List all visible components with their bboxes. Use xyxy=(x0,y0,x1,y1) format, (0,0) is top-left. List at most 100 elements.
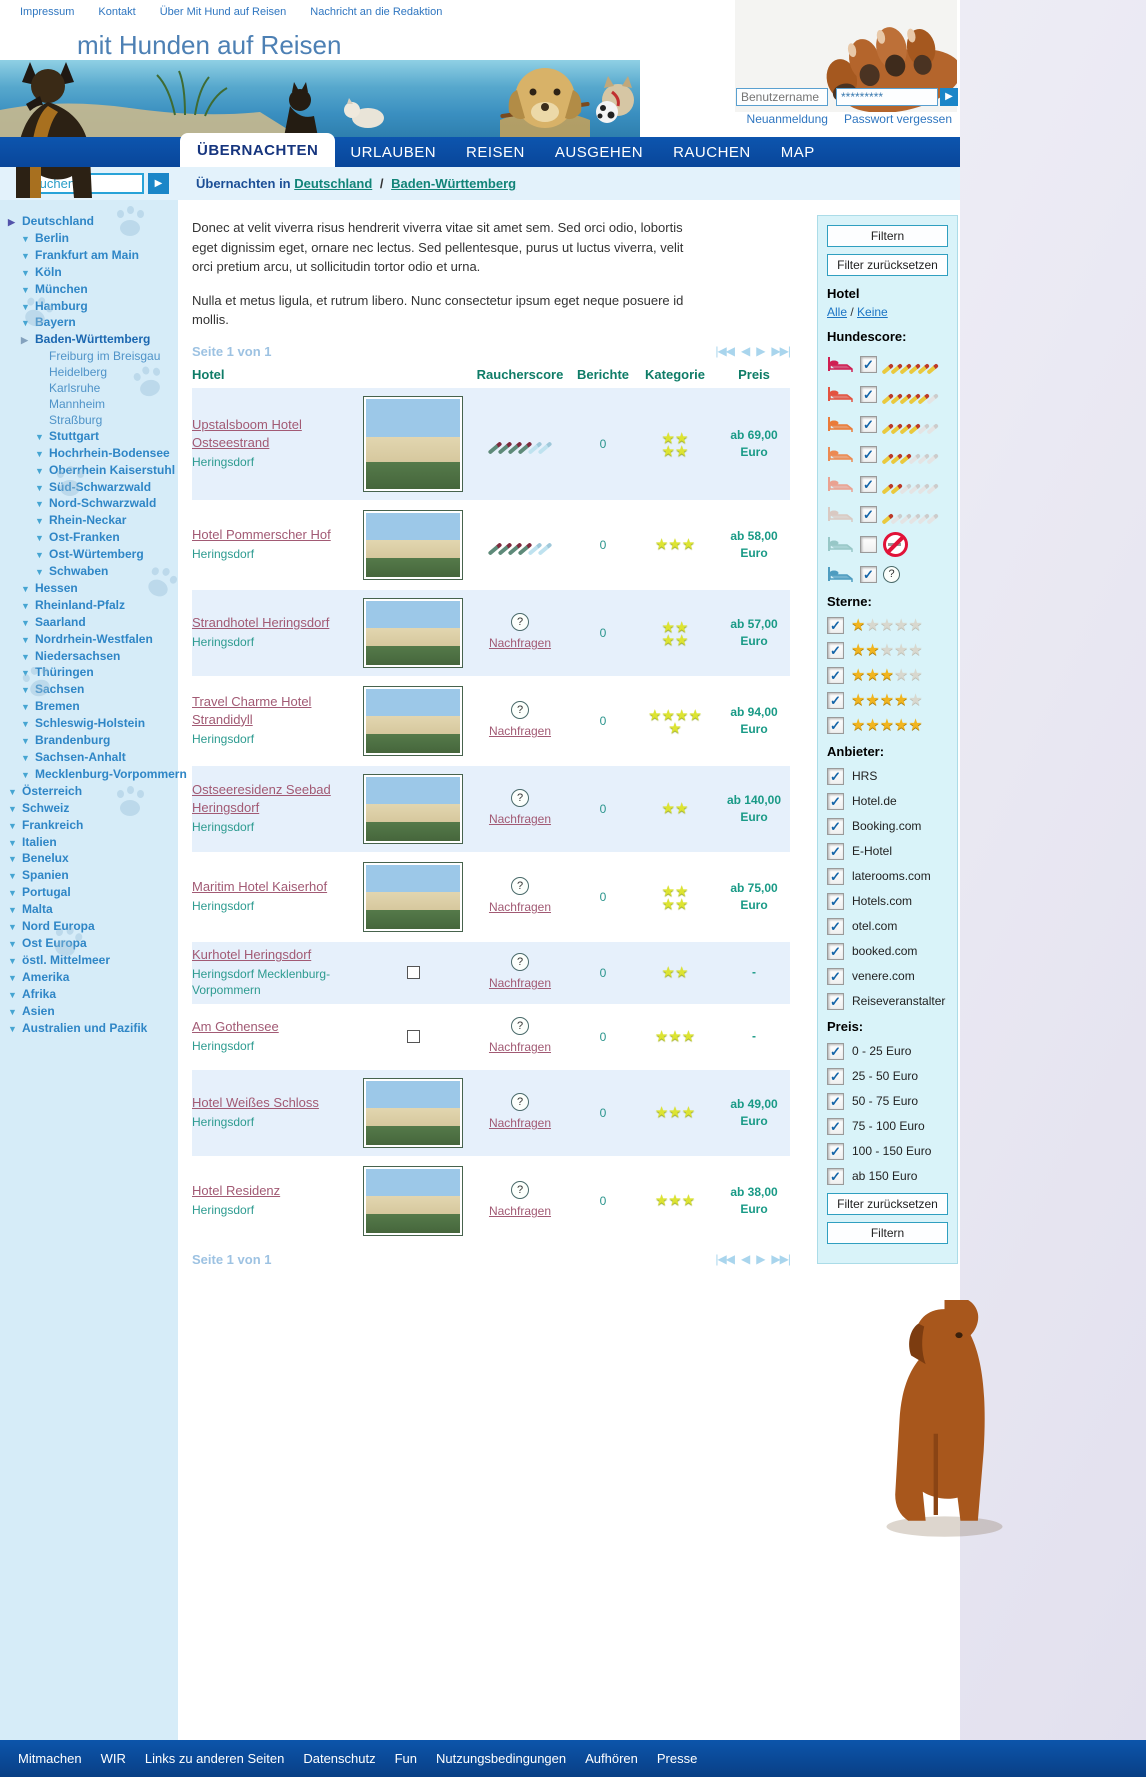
next-page-icon[interactable]: ▶ xyxy=(756,1252,764,1266)
preis-checkbox[interactable] xyxy=(827,1168,844,1185)
nachfragen-link[interactable]: Nachfragen xyxy=(489,1204,551,1218)
password-input[interactable] xyxy=(836,88,938,106)
tree-arrow-icon[interactable]: ▼ xyxy=(8,852,22,868)
tree-arrow-icon[interactable]: ▼ xyxy=(8,1022,22,1038)
anbieter-checkbox[interactable] xyxy=(827,968,844,985)
tree-arrow-icon[interactable]: ▼ xyxy=(21,734,35,750)
tree-arrow-icon[interactable]: ▼ xyxy=(8,819,22,835)
nachfragen-link[interactable]: Nachfragen xyxy=(489,1116,551,1130)
sidebar-item[interactable]: ▼Saarland xyxy=(0,615,178,632)
anbieter-checkbox[interactable] xyxy=(827,818,844,835)
hotel-name-link[interactable]: Kurhotel Heringsdorf xyxy=(192,946,311,964)
prev-page-icon[interactable]: ◀ xyxy=(741,1252,749,1266)
sidebar-item[interactable]: ▼Rhein-Neckar xyxy=(0,513,178,530)
hundescore-checkbox[interactable] xyxy=(860,356,877,373)
sidebar-item[interactable]: ▼Ost Europa xyxy=(0,936,178,953)
nav-tab[interactable]: RAUCHEN xyxy=(658,137,766,167)
sidebar-item[interactable]: ▼Benelux xyxy=(0,851,178,868)
sidebar-item[interactable]: Mannheim xyxy=(0,397,178,413)
prev-page-icon[interactable]: ◀ xyxy=(741,344,749,358)
tree-arrow-icon[interactable]: ▶ xyxy=(21,333,35,349)
footer-link[interactable]: Datenschutz xyxy=(303,1751,375,1766)
hundescore-checkbox[interactable] xyxy=(860,476,877,493)
sidebar-item[interactable]: ▼Niedersachsen xyxy=(0,649,178,666)
sidebar-item[interactable]: ▼Süd-Schwarzwald xyxy=(0,480,178,497)
sidebar-item[interactable]: ▼Nord-Schwarzwald xyxy=(0,496,178,513)
hotel-photo[interactable] xyxy=(363,1078,463,1148)
tree-arrow-icon[interactable]: ▼ xyxy=(8,836,22,852)
sterne-checkbox[interactable] xyxy=(827,692,844,709)
nachfragen-link[interactable]: Nachfragen xyxy=(489,1040,551,1054)
sidebar-item[interactable]: ▼Oberrhein Kaiserstuhl xyxy=(0,463,178,480)
hotel-photo[interactable] xyxy=(363,1166,463,1236)
sidebar-item[interactable]: ▼Nord Europa xyxy=(0,919,178,936)
first-page-icon[interactable]: |◀◀ xyxy=(715,1252,734,1266)
preis-checkbox[interactable] xyxy=(827,1143,844,1160)
nav-tab[interactable]: REISEN xyxy=(451,137,540,167)
tree-arrow-icon[interactable]: ▼ xyxy=(8,954,22,970)
filter-apply-button-top[interactable]: Filtern xyxy=(827,225,948,247)
hundescore-checkbox[interactable] xyxy=(860,386,877,403)
topbar-link[interactable]: Über Mit Hund auf Reisen xyxy=(160,6,287,18)
sidebar-item[interactable]: ▼Schweiz xyxy=(0,801,178,818)
topbar-link[interactable]: Nachricht an die Redaktion xyxy=(310,6,442,18)
hundescore-checkbox[interactable] xyxy=(860,536,877,553)
tree-arrow-icon[interactable]: ▼ xyxy=(21,633,35,649)
register-link[interactable]: Neuanmeldung xyxy=(747,112,828,126)
select-all-link[interactable]: Alle xyxy=(827,305,847,319)
hotel-name-link[interactable]: Upstalsboom Hotel Ostseestrand xyxy=(192,416,360,451)
sidebar-item[interactable]: ▼Asien xyxy=(0,1004,178,1021)
tree-arrow-icon[interactable]: ▼ xyxy=(8,903,22,919)
first-page-icon[interactable]: |◀◀ xyxy=(715,344,734,358)
sidebar-item[interactable]: ▼Rheinland-Pfalz xyxy=(0,598,178,615)
sidebar-item[interactable]: ▶Deutschland xyxy=(0,214,178,231)
tree-arrow-icon[interactable]: ▼ xyxy=(35,464,49,480)
anbieter-checkbox[interactable] xyxy=(827,893,844,910)
anbieter-checkbox[interactable] xyxy=(827,993,844,1010)
footer-link[interactable]: Nutzungsbedingungen xyxy=(436,1751,566,1766)
tree-arrow-icon[interactable]: ▼ xyxy=(8,971,22,987)
hotel-name-link[interactable]: Hotel Weißes Schloss xyxy=(192,1094,319,1112)
footer-link[interactable]: WIR xyxy=(101,1751,126,1766)
nav-tab[interactable]: AUSGEHEN xyxy=(540,137,658,167)
search-go-button[interactable]: ▶ xyxy=(148,173,169,194)
hotel-name-link[interactable]: Maritim Hotel Kaiserhof xyxy=(192,878,327,896)
sterne-checkbox[interactable] xyxy=(827,667,844,684)
tree-arrow-icon[interactable]: ▼ xyxy=(35,481,49,497)
sidebar-item[interactable]: ▼östl. Mittelmeer xyxy=(0,953,178,970)
footer-link[interactable]: Aufhören xyxy=(585,1751,638,1766)
hotel-photo[interactable] xyxy=(363,774,463,844)
tree-arrow-icon[interactable]: ▼ xyxy=(21,283,35,299)
sidebar-item[interactable]: ▼Australien und Pazifik xyxy=(0,1021,178,1038)
sidebar-item[interactable]: ▼Sachsen-Anhalt xyxy=(0,750,178,767)
hundescore-checkbox[interactable] xyxy=(860,506,877,523)
tree-arrow-icon[interactable]: ▼ xyxy=(35,548,49,564)
tree-arrow-icon[interactable]: ▼ xyxy=(21,751,35,767)
sterne-checkbox[interactable] xyxy=(827,617,844,634)
tree-arrow-icon[interactable]: ▶ xyxy=(8,215,22,231)
hotel-name-link[interactable]: Strandhotel Heringsdorf xyxy=(192,614,329,632)
nav-tab[interactable]: URLAUBEN xyxy=(335,137,451,167)
hotel-name-link[interactable]: Hotel Pommerscher Hof xyxy=(192,526,331,544)
hotel-photo[interactable] xyxy=(363,510,463,580)
hotel-photo[interactable] xyxy=(363,396,463,492)
nav-tab[interactable]: ÜBERNACHTEN xyxy=(180,133,335,167)
nachfragen-link[interactable]: Nachfragen xyxy=(489,636,551,650)
footer-link[interactable]: Mitmachen xyxy=(18,1751,82,1766)
footer-link[interactable]: Links zu anderen Seiten xyxy=(145,1751,284,1766)
sidebar-item[interactable]: ▼Bremen xyxy=(0,699,178,716)
nachfragen-link[interactable]: Nachfragen xyxy=(489,724,551,738)
tree-arrow-icon[interactable]: ▼ xyxy=(21,249,35,265)
hotel-photo[interactable] xyxy=(363,862,463,932)
hotel-name-link[interactable]: Ostseeresidenz Seebad Heringsdorf xyxy=(192,781,360,816)
tree-arrow-icon[interactable]: ▼ xyxy=(21,616,35,632)
sidebar-item[interactable]: ▼Ost-Franken xyxy=(0,530,178,547)
tree-arrow-icon[interactable]: ▼ xyxy=(8,937,22,953)
filter-reset-button-top[interactable]: Filter zurücksetzen xyxy=(827,254,948,276)
sidebar-item[interactable]: ▼Nordrhein-Westfalen xyxy=(0,632,178,649)
tree-arrow-icon[interactable]: ▼ xyxy=(21,582,35,598)
tree-arrow-icon[interactable]: ▼ xyxy=(8,869,22,885)
footer-link[interactable]: Presse xyxy=(657,1751,697,1766)
sidebar-item[interactable]: ▼Afrika xyxy=(0,987,178,1004)
anbieter-checkbox[interactable] xyxy=(827,868,844,885)
